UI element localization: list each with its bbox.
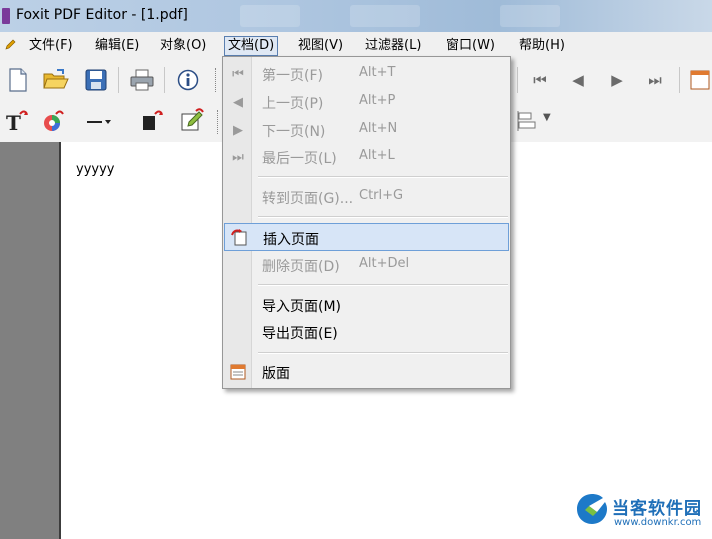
last-page-icon: ⏭: [648, 71, 662, 89]
menu-item-label: 版面: [262, 366, 290, 382]
menu-item-shortcut: Alt+Del: [359, 256, 410, 271]
layout-icon: [229, 363, 247, 381]
first-page-icon: ⏮: [232, 66, 244, 82]
insert-page-icon: [230, 228, 248, 246]
toolbar-separator: [517, 67, 518, 93]
align-button[interactable]: [513, 107, 541, 135]
color-tool-button[interactable]: [40, 107, 68, 135]
first-page-button[interactable]: ⏮: [526, 66, 554, 94]
menu-help[interactable]: 帮助(H): [516, 36, 568, 56]
menu-item-label: 上一页(P): [262, 96, 324, 112]
title-bar-ghost-tab: [350, 5, 420, 27]
last-page-button[interactable]: ⏭: [641, 66, 669, 94]
menu-item-last-page[interactable]: ⏭ 最后一页(L) Alt+L: [224, 144, 509, 170]
print-button[interactable]: [128, 66, 156, 94]
printer-icon: [130, 69, 154, 91]
new-document-button[interactable]: [4, 66, 32, 94]
edit-object-button[interactable]: [178, 107, 206, 135]
line-style-icon: [87, 120, 111, 124]
watermark-url: www.downkr.com: [614, 517, 702, 528]
prev-page-icon: ◀: [233, 94, 243, 110]
menu-view[interactable]: 视图(V): [295, 36, 346, 56]
layout-icon: [690, 70, 710, 90]
svg-text:T: T: [6, 111, 21, 134]
menu-item-label: 删除页面(D): [262, 259, 340, 275]
color-wheel-icon: [44, 110, 64, 131]
toolbar-separator: [118, 67, 119, 93]
prev-page-button[interactable]: ◀: [564, 66, 592, 94]
menu-object[interactable]: 对象(O): [157, 36, 209, 56]
menu-item-export-page[interactable]: 导出页面(E): [224, 319, 509, 345]
window-title: Foxit PDF Editor - [1.pdf]: [16, 7, 188, 23]
menu-item-label: 转到页面(G)...: [262, 191, 354, 207]
layout-button[interactable]: [686, 66, 712, 94]
menu-separator: [258, 284, 508, 286]
next-page-icon: ▶: [233, 122, 243, 138]
first-page-icon: ⏮: [533, 71, 547, 89]
open-folder-icon: [43, 69, 69, 89]
watermark-title: 当客软件园: [612, 499, 702, 519]
text-tool-button[interactable]: T: [4, 107, 32, 135]
new-document-icon: [9, 68, 27, 92]
page-gutter: [0, 142, 60, 539]
toolbar-grip: [217, 110, 221, 134]
fill-bucket-icon: [143, 110, 163, 130]
menu-item-prev-page[interactable]: ◀ 上一页(P) Alt+P: [224, 89, 509, 115]
toolbar-grip: [215, 68, 219, 92]
menu-item-insert-page[interactable]: 插入页面: [224, 223, 509, 251]
menu-item-next-page[interactable]: ▶ 下一页(N) Alt+N: [224, 117, 509, 143]
pencil-icon: [5, 39, 16, 50]
menu-item-label: 导入页面(M): [262, 299, 342, 315]
menu-window[interactable]: 窗口(W): [443, 36, 498, 56]
menu-separator: [258, 216, 508, 218]
menu-item-label: 插入页面: [263, 232, 319, 248]
menu-item-shortcut: Alt+P: [359, 93, 396, 108]
fill-tool-button[interactable]: [138, 107, 166, 135]
save-button[interactable]: [82, 66, 110, 94]
menu-item-shortcut: Ctrl+G: [359, 188, 404, 203]
menu-item-layout[interactable]: 版面: [224, 359, 509, 385]
menu-file[interactable]: 文件(F): [26, 36, 76, 56]
menu-item-label: 最后一页(L): [262, 151, 337, 167]
menu-edit[interactable]: 编辑(E): [92, 36, 142, 56]
next-page-icon: ▶: [611, 71, 623, 89]
info-icon: [177, 69, 199, 91]
menu-separator: [258, 352, 508, 354]
align-dropdown-arrow-icon[interactable]: ▼: [543, 112, 551, 123]
properties-button[interactable]: [174, 66, 202, 94]
text-tool-icon: T: [6, 110, 28, 134]
last-page-icon: ⏭: [232, 149, 244, 165]
next-page-button[interactable]: ▶: [603, 66, 631, 94]
title-bar-ghost-tab: [240, 5, 300, 27]
title-bar-ghost-tab: [500, 5, 560, 27]
menu-item-label: 第一页(F): [262, 68, 323, 84]
menu-item-shortcut: Alt+L: [359, 148, 395, 163]
prev-page-icon: ◀: [572, 71, 584, 89]
menu-separator: [258, 176, 508, 178]
align-icon: [517, 111, 536, 131]
toolbar-separator: [164, 67, 165, 93]
menu-item-first-page[interactable]: ⏮ 第一页(F) Alt+T: [224, 61, 509, 87]
menu-filter[interactable]: 过滤器(L): [362, 36, 424, 56]
menu-item-label: 导出页面(E): [262, 326, 338, 342]
menu-item-import-page[interactable]: 导入页面(M): [224, 292, 509, 318]
menu-item-goto-page[interactable]: 转到页面(G)... Ctrl+G: [224, 184, 509, 210]
watermark-logo: [577, 494, 607, 524]
open-folder-button[interactable]: [42, 66, 70, 94]
line-style-button[interactable]: [84, 107, 112, 135]
toolbar-separator: [679, 67, 680, 93]
app-icon: [2, 8, 10, 24]
menu-document[interactable]: 文档(D): [224, 36, 279, 56]
edit-object-icon: [181, 108, 204, 131]
document-text[interactable]: yyyyy: [76, 162, 114, 177]
save-icon: [85, 69, 107, 91]
menu-item-shortcut: Alt+N: [359, 121, 398, 136]
menu-item-delete-page[interactable]: 删除页面(D) Alt+Del: [224, 252, 509, 278]
menu-item-label: 下一页(N): [262, 124, 326, 140]
menu-item-shortcut: Alt+T: [359, 65, 396, 80]
